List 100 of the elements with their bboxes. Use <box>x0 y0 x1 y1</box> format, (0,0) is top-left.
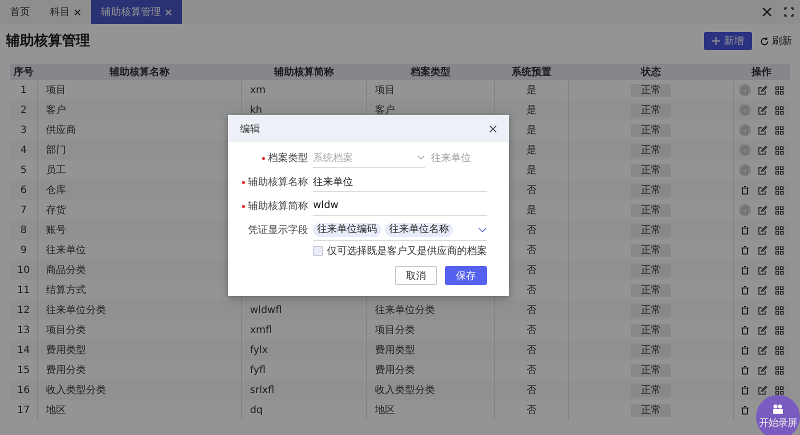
edit-icon[interactable] <box>757 324 768 336</box>
checkbox-label: 仅可选择既是客户又是供应商的档案 <box>327 244 487 258</box>
delete-icon[interactable] <box>739 224 751 236</box>
tab[interactable]: 首页 <box>0 0 40 24</box>
grid-icon[interactable] <box>774 84 785 96</box>
page-title: 辅助核算管理 <box>6 32 90 50</box>
delete-icon[interactable] <box>739 184 751 196</box>
edit-icon[interactable] <box>757 364 768 376</box>
table-cell: 地区 <box>38 400 242 420</box>
table-cell: xm <box>250 84 266 96</box>
edit-icon[interactable] <box>757 204 768 216</box>
table-cell-text: 收入类型分类 <box>375 384 435 397</box>
delete-icon[interactable] <box>739 404 751 416</box>
fullscreen-icon[interactable] <box>784 7 794 17</box>
table-cell: srlxfl <box>250 384 274 396</box>
plus-icon <box>712 37 720 45</box>
edit-icon[interactable] <box>757 304 768 316</box>
field-hint: 往来单位 <box>431 152 471 165</box>
grid-icon[interactable] <box>774 144 785 156</box>
table-cell: xmfl <box>250 324 272 336</box>
delete-icon[interactable] <box>739 244 751 256</box>
field-label: 辅助核算简称 <box>248 200 308 213</box>
chevron-down-icon <box>417 155 425 160</box>
dialog-title: 编辑 <box>240 122 260 136</box>
table-cell-text: 费用分类 <box>375 364 415 377</box>
edit-icon[interactable] <box>757 104 768 116</box>
grid-icon[interactable] <box>774 324 785 336</box>
edit-icon[interactable] <box>757 124 768 136</box>
grid-icon[interactable] <box>774 264 785 276</box>
status-badge: 正常 <box>631 144 671 156</box>
edit-icon[interactable] <box>757 384 768 396</box>
edit-icon[interactable] <box>757 164 768 176</box>
edit-icon[interactable] <box>757 144 768 156</box>
save-button[interactable]: 保存 <box>445 266 487 285</box>
delete-icon[interactable] <box>739 364 751 376</box>
tab-label: 科目 <box>50 6 70 19</box>
field-label: 辅助核算名称 <box>248 176 308 189</box>
status-badge: 正常 <box>631 244 671 256</box>
refresh-button[interactable]: 刷新 <box>760 34 792 48</box>
refresh-icon <box>760 36 769 46</box>
delete-icon[interactable] <box>739 324 751 336</box>
status-badge: 正常 <box>631 344 671 356</box>
add-button[interactable]: 新增 <box>704 32 752 50</box>
edit-icon[interactable] <box>757 284 768 296</box>
edit-icon[interactable] <box>757 84 768 96</box>
grid-icon[interactable] <box>774 104 785 116</box>
delete-icon[interactable] <box>739 284 751 296</box>
camera-icon <box>772 404 784 414</box>
status-badge: 正常 <box>631 264 671 276</box>
grid-icon[interactable] <box>774 224 785 236</box>
delete-icon[interactable] <box>739 384 751 396</box>
status-badge: 正常 <box>631 224 671 236</box>
grid-icon[interactable] <box>774 364 785 376</box>
close-icon[interactable] <box>762 7 772 17</box>
tab-label: 首页 <box>10 6 30 19</box>
field-label: 档案类型 <box>268 152 308 165</box>
grid-icon[interactable] <box>774 384 785 396</box>
table-cell: fylx <box>250 344 268 356</box>
grid-icon[interactable] <box>774 124 785 136</box>
table-cell-text: 费用类型 <box>375 344 415 357</box>
status-badge: 正常 <box>631 204 671 216</box>
table-cell: 17 <box>10 400 38 420</box>
edit-icon[interactable] <box>757 184 768 196</box>
table-cell-text: 项目分类 <box>375 324 415 337</box>
table-cell: 否 <box>495 400 569 420</box>
tag-select-field[interactable]: 往来单位编码 往来单位名称 <box>313 220 487 240</box>
edit-icon[interactable] <box>757 264 768 276</box>
checkbox[interactable] <box>313 246 323 256</box>
grid-icon[interactable] <box>774 304 785 316</box>
edit-icon[interactable] <box>757 344 768 356</box>
status-badge: 正常 <box>631 324 671 336</box>
edit-icon[interactable] <box>757 244 768 256</box>
status-badge: 正常 <box>631 164 671 176</box>
grid-icon[interactable] <box>774 244 785 256</box>
status-badge: 正常 <box>631 284 671 296</box>
status-badge: 正常 <box>631 104 671 116</box>
table-cell-text: 客户 <box>375 104 395 117</box>
close-icon[interactable] <box>74 8 81 16</box>
tab[interactable]: 科目 <box>40 0 91 24</box>
grid-icon[interactable] <box>774 284 785 296</box>
record-button[interactable]: 开始录屏 <box>756 395 800 435</box>
grid-icon[interactable] <box>774 344 785 356</box>
delete-icon[interactable] <box>739 344 751 356</box>
grid-icon[interactable] <box>774 204 785 216</box>
table-cell: kh <box>250 104 262 116</box>
table-cell: wldwfl <box>250 304 282 316</box>
delete-icon[interactable] <box>739 264 751 276</box>
delete-icon[interactable] <box>739 304 751 316</box>
status-badge: 正常 <box>631 84 671 96</box>
table-cell-text: 往来单位分类 <box>375 304 435 317</box>
tab-label: 辅助核算管理 <box>101 6 161 19</box>
cancel-button[interactable]: 取消 <box>395 266 437 285</box>
field-label: 凭证显示字段 <box>248 224 308 237</box>
table-cell: fyfl <box>250 364 266 376</box>
close-icon[interactable] <box>489 124 497 132</box>
table-cell-text: 项目 <box>375 84 395 97</box>
grid-icon[interactable] <box>774 164 785 176</box>
tab[interactable]: 辅助核算管理 <box>91 0 182 24</box>
grid-icon[interactable] <box>774 184 785 196</box>
edit-icon[interactable] <box>757 224 768 236</box>
